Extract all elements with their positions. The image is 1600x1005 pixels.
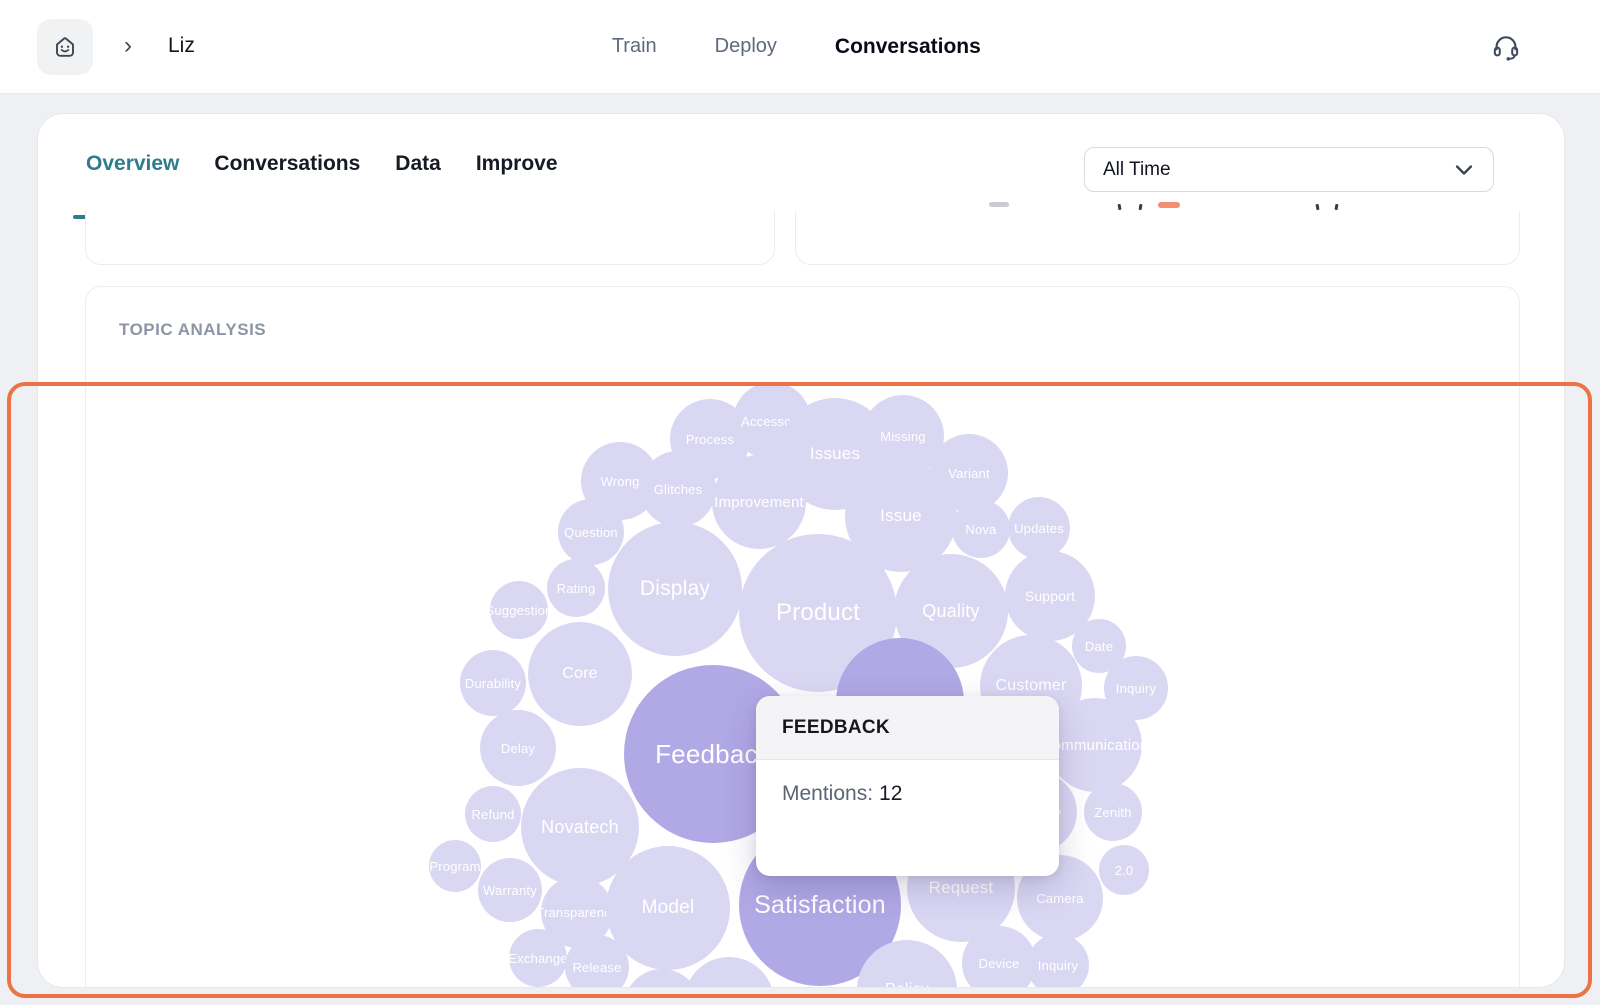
- legend-fragment-paren: [1139, 204, 1143, 210]
- bubble-nova[interactable]: Nova: [952, 500, 1010, 558]
- nav-item-deploy[interactable]: Deploy: [715, 35, 777, 58]
- bubble-updates[interactable]: Updates: [1008, 497, 1070, 559]
- breadcrumb-agent-name[interactable]: Liz: [168, 34, 195, 58]
- tab-data[interactable]: Data: [395, 152, 441, 176]
- bubble-inquiry[interactable]: Inquiry: [1027, 934, 1089, 988]
- chart-tooltip: FEEDBACK Mentions: 12: [756, 696, 1059, 876]
- legend-fragment-paren: [1118, 204, 1122, 210]
- bubble-display[interactable]: Display: [608, 522, 742, 656]
- time-filter-dropdown[interactable]: All Time: [1084, 147, 1494, 192]
- panel-tabs: Overview Conversations Data Improve: [86, 152, 558, 176]
- bubble-warranty[interactable]: Warranty: [478, 858, 542, 922]
- bubble-program[interactable]: Program: [429, 840, 481, 892]
- stat-card-left-clipped: [85, 211, 775, 265]
- house-smiley-icon: [51, 33, 79, 61]
- bubble-delay[interactable]: Delay: [480, 710, 556, 786]
- tab-conversations[interactable]: Conversations: [214, 152, 360, 176]
- legend-fragment-paren: [1316, 204, 1320, 210]
- tab-improve[interactable]: Improve: [476, 152, 558, 176]
- bubble-question[interactable]: Question: [558, 499, 624, 565]
- stat-card-right-clipped: [795, 211, 1520, 265]
- bubble-refund[interactable]: Refund: [465, 786, 521, 842]
- legend-fragment-paren: [1335, 204, 1339, 210]
- headset-icon: [1491, 32, 1521, 62]
- conversations-panel: Overview Conversations Data Improve All …: [37, 113, 1565, 988]
- tooltip-header: FEEDBACK: [756, 696, 1059, 760]
- legend-fragment-orange-swatch: [1158, 202, 1180, 208]
- bubble-device[interactable]: Device: [962, 926, 1036, 988]
- bubble-core[interactable]: Core: [528, 622, 632, 726]
- bubble-communication[interactable]: Communication: [1048, 698, 1142, 792]
- tooltip-metric-value: 12: [879, 782, 902, 805]
- bubble-exchange[interactable]: Exchange: [509, 929, 567, 987]
- tooltip-metric-label: Mentions:: [782, 782, 873, 805]
- time-filter-value: All Time: [1103, 159, 1171, 181]
- bubble-2-0[interactable]: 2.0: [1099, 845, 1149, 895]
- top-nav-bar: › Liz Train Deploy Conversations: [0, 0, 1600, 94]
- bubble-improvement[interactable]: Improvement: [712, 455, 806, 549]
- breadcrumb-chevron-icon: ›: [124, 30, 132, 62]
- tooltip-title: FEEDBACK: [782, 717, 890, 739]
- bubble-rating[interactable]: Rating: [547, 559, 605, 617]
- nav-item-train[interactable]: Train: [612, 35, 657, 58]
- support-button[interactable]: [1490, 31, 1522, 63]
- legend-fragment-gray-swatch: [989, 202, 1009, 207]
- chevron-down-icon: [1455, 164, 1473, 176]
- page: › Liz Train Deploy Conversations Overvie…: [0, 0, 1600, 1005]
- top-nav-links: Train Deploy Conversations: [612, 0, 981, 93]
- nav-item-conversations[interactable]: Conversations: [835, 35, 981, 59]
- home-logo-button[interactable]: [37, 19, 93, 75]
- bubble-zenith[interactable]: Zenith: [1084, 783, 1142, 841]
- topic-analysis-card: TOPIC ANALYSIS ProcessAccessoryIssuesMis…: [85, 286, 1520, 988]
- bubble-glitches[interactable]: Glitches: [640, 451, 716, 527]
- tooltip-body: Mentions: 12: [756, 760, 1059, 806]
- bubble-chart: ProcessAccessoryIssuesMissingWrongGlitch…: [86, 287, 1519, 988]
- bubble-suggestion[interactable]: Suggestion: [490, 581, 548, 639]
- bubble-durability[interactable]: Durability: [460, 650, 526, 716]
- tab-overview[interactable]: Overview: [86, 152, 179, 176]
